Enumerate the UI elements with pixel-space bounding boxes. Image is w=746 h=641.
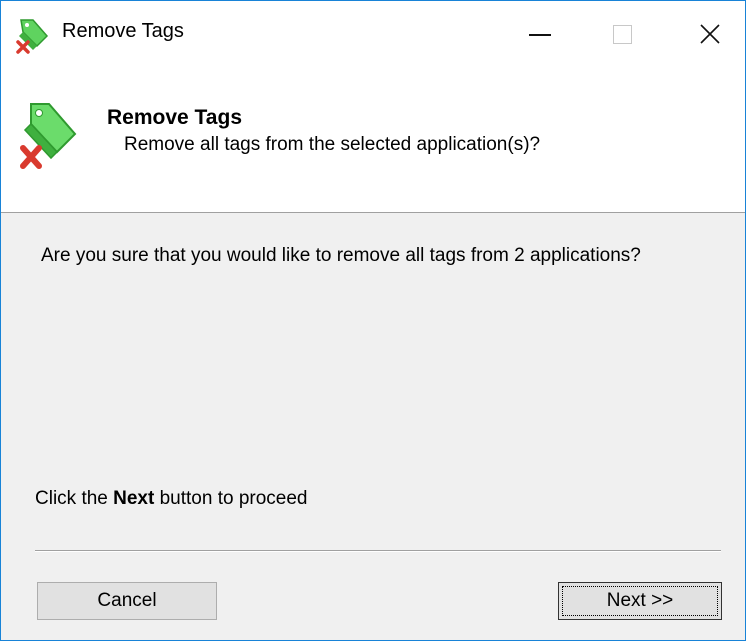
title-bar[interactable]: Remove Tags bbox=[1, 1, 745, 67]
minimize-icon bbox=[529, 34, 551, 36]
minimize-button[interactable] bbox=[495, 1, 585, 67]
remove-tags-dialog: Remove Tags Remove Tags Remove all tags … bbox=[0, 0, 746, 641]
separator bbox=[35, 550, 721, 552]
tag-remove-icon bbox=[20, 103, 77, 169]
close-button[interactable] bbox=[665, 1, 745, 67]
next-button[interactable]: Next >> bbox=[558, 582, 722, 620]
instruction-text: Click the Next button to proceed bbox=[35, 488, 308, 510]
tag-remove-icon bbox=[16, 19, 49, 54]
confirmation-question: Are you sure that you would like to remo… bbox=[41, 245, 641, 266]
instruction-bold: Next bbox=[113, 488, 155, 509]
maximize-icon bbox=[612, 24, 632, 44]
wizard-header: Remove Tags Remove all tags from the sel… bbox=[1, 67, 745, 213]
instruction-suffix: button to proceed bbox=[154, 488, 308, 509]
cancel-button[interactable]: Cancel bbox=[37, 582, 217, 620]
instruction-prefix: Click the bbox=[35, 488, 114, 509]
maximize-button[interactable] bbox=[577, 1, 667, 67]
header-title: Remove Tags bbox=[107, 106, 242, 129]
header-subtitle: Remove all tags from the selected applic… bbox=[124, 134, 541, 155]
close-icon bbox=[700, 24, 720, 44]
window-title: Remove Tags bbox=[62, 20, 184, 42]
next-button-label: Next >> bbox=[606, 590, 674, 611]
